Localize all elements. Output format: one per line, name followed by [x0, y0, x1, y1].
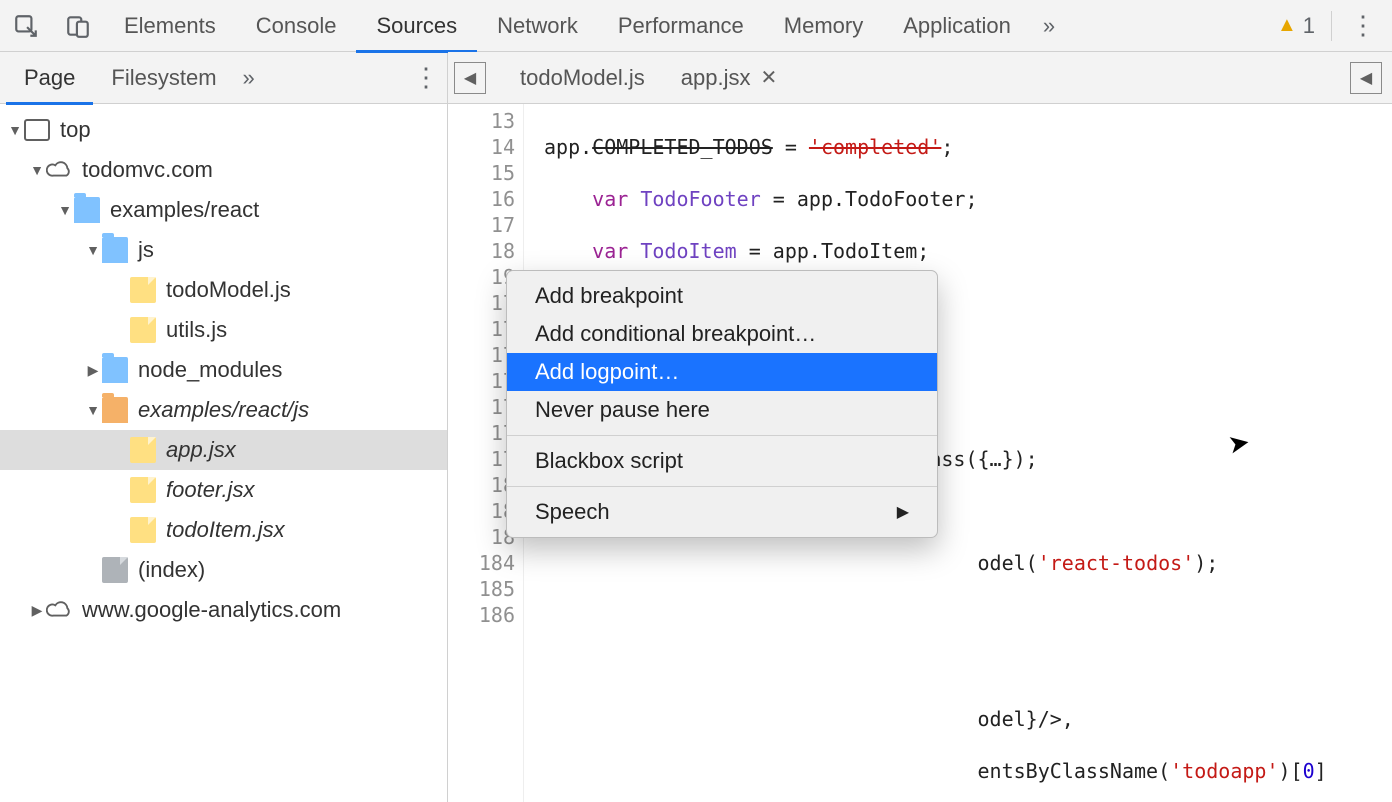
tree-label: examples/react/js: [138, 397, 309, 423]
tree-domain-todomvc[interactable]: ▼ todomvc.com: [0, 150, 447, 190]
document-icon: [102, 557, 128, 583]
tree-label: js: [138, 237, 154, 263]
sidebar-tabs: Page Filesystem » ⋮: [0, 52, 447, 104]
ctx-add-conditional-breakpoint[interactable]: Add conditional breakpoint…: [507, 315, 937, 353]
submenu-arrow-icon: ▶: [897, 502, 909, 522]
tree-label: utils.js: [166, 317, 227, 343]
ctx-add-logpoint[interactable]: Add logpoint…: [507, 353, 937, 391]
cloud-icon: [46, 597, 72, 623]
ctx-add-breakpoint[interactable]: Add breakpoint: [507, 277, 937, 315]
tree-label: todomvc.com: [82, 157, 213, 183]
tab-memory[interactable]: Memory: [764, 0, 883, 52]
tabs-overflow[interactable]: »: [1031, 13, 1067, 39]
more-menu-icon[interactable]: ⋮: [1348, 10, 1378, 41]
tree-label: (index): [138, 557, 205, 583]
folder-icon: [102, 397, 128, 423]
open-file-label: app.jsx: [681, 65, 751, 91]
twisty-icon: ▶: [28, 602, 46, 619]
file-icon: [130, 517, 156, 543]
tree-folder-nodemodules[interactable]: ▶ node_modules: [0, 350, 447, 390]
devtools-toolbar: Elements Console Sources Network Perform…: [0, 0, 1392, 52]
file-icon: [130, 317, 156, 343]
twisty-icon: ▼: [84, 402, 102, 418]
twisty-icon: ▼: [84, 242, 102, 258]
sources-sidebar: Page Filesystem » ⋮ ▼ top ▼ todomvc.com …: [0, 52, 448, 802]
sidebar-tabs-overflow[interactable]: »: [235, 65, 263, 91]
file-icon: [130, 477, 156, 503]
cloud-icon: [46, 157, 72, 183]
nav-back-button[interactable]: ◀: [454, 62, 486, 94]
open-file-label: todoModel.js: [520, 65, 645, 91]
open-file-todomodel[interactable]: todoModel.js: [502, 52, 663, 104]
tree-file-index[interactable]: (index): [0, 550, 447, 590]
context-menu-separator: [507, 486, 937, 487]
tree-file-app[interactable]: app.jsx: [0, 430, 447, 470]
folder-icon: [102, 237, 128, 263]
close-icon[interactable]: ✕: [760, 65, 777, 90]
file-icon: [130, 277, 156, 303]
tree-file-footer[interactable]: footer.jsx: [0, 470, 447, 510]
folder-icon: [74, 197, 100, 223]
tree-label: top: [60, 117, 91, 143]
tree-file-todomodel[interactable]: todoModel.js: [0, 270, 447, 310]
sidebar-tab-filesystem[interactable]: Filesystem: [93, 52, 234, 104]
tree-label: todoItem.jsx: [166, 517, 285, 543]
context-menu-separator: [507, 435, 937, 436]
editor-tabs-bar: ◀ todoModel.js app.jsx ✕ ◀: [448, 52, 1392, 104]
tree-top[interactable]: ▼ top: [0, 110, 447, 150]
tree-file-todoitem[interactable]: todoItem.jsx: [0, 510, 447, 550]
sidebar-more-icon[interactable]: ⋮: [411, 62, 441, 93]
sidebar-tab-page[interactable]: Page: [6, 52, 93, 104]
ctx-never-pause-here[interactable]: Never pause here: [507, 391, 937, 429]
ctx-blackbox-script[interactable]: Blackbox script: [507, 442, 937, 480]
twisty-icon: ▶: [84, 362, 102, 379]
warnings-badge[interactable]: ▲ 1: [1277, 13, 1315, 39]
tree-label: footer.jsx: [166, 477, 254, 503]
tree-label: node_modules: [138, 357, 282, 383]
tree-domain-ga[interactable]: ▶ www.google-analytics.com: [0, 590, 447, 630]
tree-label: examples/react: [110, 197, 259, 223]
open-file-app[interactable]: app.jsx ✕: [663, 52, 795, 104]
folder-icon: [102, 357, 128, 383]
tab-console[interactable]: Console: [236, 0, 357, 52]
gutter-context-menu: Add breakpoint Add conditional breakpoin…: [506, 270, 938, 538]
separator: [1331, 11, 1332, 41]
frame-icon: [24, 119, 50, 141]
tree-folder-js[interactable]: ▼ js: [0, 230, 447, 270]
tab-network[interactable]: Network: [477, 0, 598, 52]
tree-label: www.google-analytics.com: [82, 597, 341, 623]
tree-folder-examples-js[interactable]: ▼ examples/react/js: [0, 390, 447, 430]
tree-label: todoModel.js: [166, 277, 291, 303]
ctx-speech[interactable]: Speech ▶: [507, 493, 937, 531]
tree-file-utils[interactable]: utils.js: [0, 310, 447, 350]
inspect-element-icon[interactable]: [0, 0, 52, 52]
tab-performance[interactable]: Performance: [598, 0, 764, 52]
device-toggle-icon[interactable]: [52, 0, 104, 52]
toggle-debugger-pane-button[interactable]: ◀: [1350, 62, 1382, 94]
tab-elements[interactable]: Elements: [104, 0, 236, 52]
file-icon: [130, 437, 156, 463]
tree-label: app.jsx: [166, 437, 236, 463]
warning-icon: ▲: [1277, 14, 1297, 37]
twisty-icon: ▼: [28, 162, 46, 178]
tab-application[interactable]: Application: [883, 0, 1031, 52]
twisty-icon: ▼: [6, 122, 24, 138]
file-tree: ▼ top ▼ todomvc.com ▼ examples/react ▼ j…: [0, 104, 447, 802]
tab-sources[interactable]: Sources: [356, 0, 477, 52]
warning-count: 1: [1303, 13, 1315, 39]
twisty-icon: ▼: [56, 202, 74, 218]
tree-folder-examples[interactable]: ▼ examples/react: [0, 190, 447, 230]
